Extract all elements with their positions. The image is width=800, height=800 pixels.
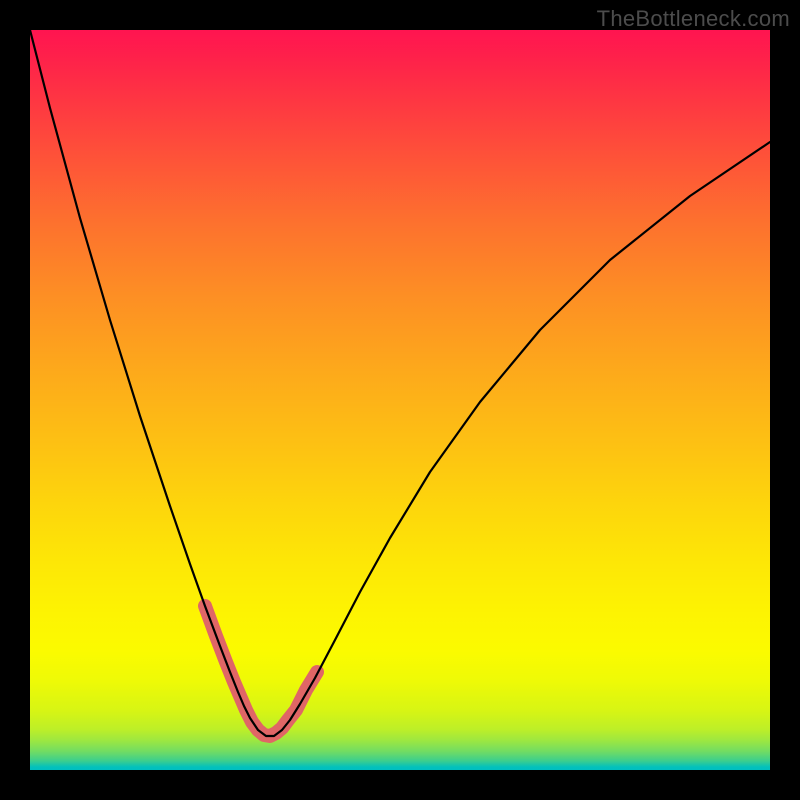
highlight-trough xyxy=(205,606,317,736)
watermark-text: TheBottleneck.com xyxy=(597,6,790,32)
bottleneck-curve xyxy=(30,30,770,736)
plot-area xyxy=(30,30,770,770)
chart-frame: TheBottleneck.com xyxy=(0,0,800,800)
curve-layer xyxy=(30,30,770,770)
